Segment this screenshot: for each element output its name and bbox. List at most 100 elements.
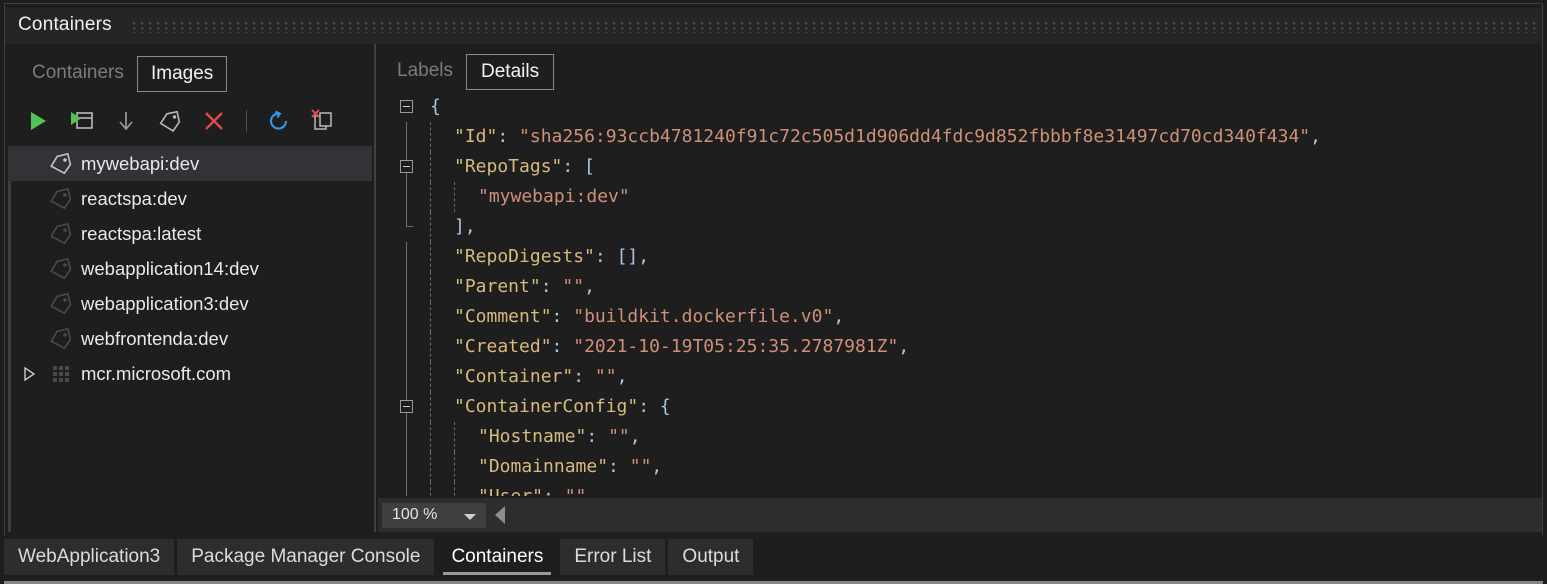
tab-labels[interactable]: Labels [388, 54, 462, 88]
json-line-text: "Created": "2021-10-19T05:25:35.2787981Z… [454, 332, 909, 362]
json-line-text: "Hostname": "", [478, 422, 641, 452]
images-list[interactable]: mywebapi:dev reactspa:dev reactspa:latest w… [8, 146, 372, 532]
indent-guide [430, 242, 431, 272]
tag-icon[interactable] [153, 104, 187, 138]
json-gutter [378, 272, 438, 302]
list-item-label: reactspa:dev [81, 187, 187, 209]
bottom-tab[interactable]: WebApplication3 [4, 539, 175, 575]
bottom-tab[interactable]: Output [668, 539, 754, 575]
json-string: "buildkit.dockerfile.v0" [573, 306, 834, 327]
json-viewer[interactable]: {"Id": "sha256:93ccb4781240f91c72c505d1d… [378, 92, 1542, 496]
expander-placeholder [17, 216, 41, 251]
collapse-toggle[interactable] [400, 100, 413, 113]
expander-placeholder [17, 286, 41, 321]
tag-icon [41, 216, 81, 251]
json-line-text: "Id": "sha256:93ccb4781240f91c72c505d1d9… [454, 122, 1321, 152]
horizontal-scrollbar[interactable] [505, 498, 1542, 532]
json-key: "Domainname" [478, 456, 609, 477]
tag-icon [41, 181, 81, 216]
json-key: "RepoTags" [454, 156, 563, 177]
json-line: "RepoDigests": [], [378, 242, 1542, 272]
list-item-label: reactspa:latest [81, 222, 202, 244]
list-item[interactable]: webapplication14:dev [8, 251, 372, 286]
tag-icon [41, 286, 81, 321]
scroll-left-arrow-icon[interactable] [495, 506, 505, 524]
json-line-text: "Domainname": "", [478, 452, 662, 482]
toolbar-separator [246, 110, 247, 132]
pane-splitter[interactable] [374, 44, 376, 532]
json-line-text: "RepoTags": [ [454, 152, 595, 182]
json-punct: : [543, 486, 565, 496]
indent-guide [430, 482, 431, 496]
drag-handle[interactable] [133, 22, 1538, 33]
json-gutter [378, 182, 455, 212]
bottom-tab[interactable]: Containers [437, 539, 558, 575]
page-title: Containers [18, 14, 112, 35]
tree-line [406, 212, 413, 227]
json-punct: : [ [562, 156, 595, 177]
list-item[interactable]: reactspa:latest [8, 216, 372, 251]
json-gutter [378, 362, 438, 392]
indent-guide [430, 362, 431, 392]
pull-icon[interactable] [109, 104, 143, 138]
json-punct: : [608, 456, 630, 477]
json-punct: : [551, 306, 574, 327]
json-string: "sha256:93ccb4781240f91c72c505d1d906dd4f… [519, 126, 1311, 147]
json-line-text: "Parent": "", [454, 272, 595, 302]
json-punct: , [833, 306, 845, 327]
json-gutter [378, 482, 455, 496]
tab-images[interactable]: Images [137, 56, 228, 92]
json-punct: , [586, 486, 597, 496]
json-line-text: "Comment": "buildkit.dockerfile.v0", [454, 302, 844, 332]
collapse-toggle[interactable] [400, 160, 413, 173]
remove-icon[interactable] [197, 104, 231, 138]
chevron-down-icon [464, 513, 476, 520]
list-item-label: mywebapi:dev [81, 152, 200, 174]
bottom-tab[interactable]: Error List [560, 539, 666, 575]
registry-icon [41, 356, 81, 391]
bottom-tab[interactable]: Package Manager Console [177, 539, 435, 575]
indent-guide [430, 422, 431, 452]
json-line-text: ], [454, 212, 476, 242]
list-item[interactable]: mywebapi:dev [8, 146, 372, 181]
list-item[interactable]: reactspa:dev [8, 181, 372, 216]
tree-line [406, 182, 407, 212]
json-punct: : [540, 276, 563, 297]
zoom-select[interactable]: 100 % [382, 502, 486, 528]
json-line: "Container": "", [378, 362, 1542, 392]
tree-line [406, 122, 407, 152]
tag-icon [41, 146, 81, 181]
indent-guide [430, 452, 431, 482]
json-gutter [378, 302, 438, 332]
json-line: "Parent": "", [378, 272, 1542, 302]
refresh-icon[interactable] [262, 104, 296, 138]
details-pane: Labels Details {"Id": "sha256:93ccb47812… [378, 44, 1542, 532]
tab-details[interactable]: Details [466, 54, 555, 90]
json-punct: , [584, 276, 595, 297]
indent-guide [430, 152, 431, 182]
expander-triangle-icon[interactable] [17, 356, 41, 391]
json-line-text: "User": "", [478, 482, 597, 496]
list-item[interactable]: webapplication3:dev [8, 286, 372, 321]
prune-icon[interactable] [306, 104, 340, 138]
json-key: "Comment" [454, 306, 552, 327]
json-line: "ContainerConfig": { [378, 392, 1542, 422]
json-punct: , [898, 336, 910, 357]
list-item-label: webapplication14:dev [81, 257, 259, 279]
json-gutter [378, 422, 455, 452]
expander-placeholder [17, 251, 41, 286]
json-string: "" [608, 426, 630, 447]
json-key: "RepoDigests" [454, 246, 595, 267]
run-icon[interactable] [21, 104, 55, 138]
tab-containers[interactable]: Containers [23, 56, 133, 90]
list-item[interactable]: mcr.microsoft.com [8, 356, 372, 391]
json-line: ], [378, 212, 1542, 242]
tree-line [406, 332, 407, 362]
collapse-toggle[interactable] [400, 400, 413, 413]
json-line-text: "ContainerConfig": { [454, 392, 671, 422]
list-item[interactable]: webfrontenda:dev [8, 321, 372, 356]
json-punct: : [586, 426, 609, 447]
json-string: "" [565, 486, 587, 496]
run-interactive-icon[interactable] [65, 104, 99, 138]
list-item-label: mcr.microsoft.com [81, 362, 232, 384]
